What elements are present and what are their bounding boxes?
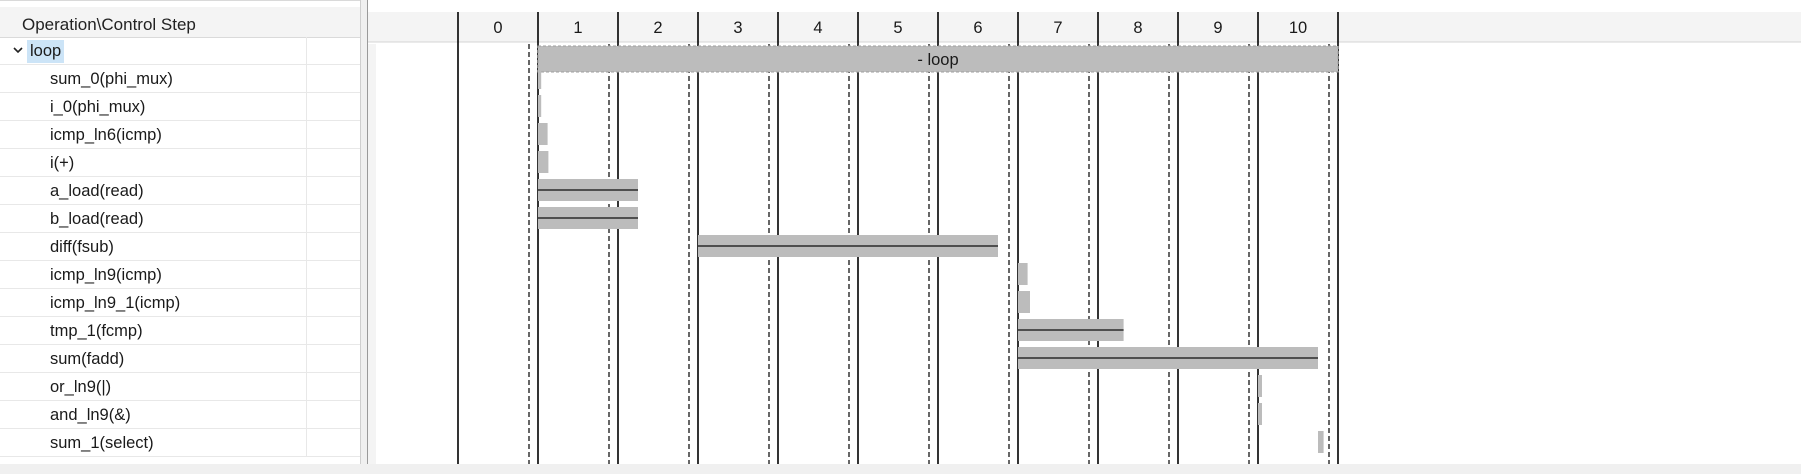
tree-row-operation[interactable]: icmp_ln6(icmp) — [0, 121, 360, 149]
operation-bar — [1258, 403, 1262, 425]
operation-label: diff(fsub) — [50, 238, 114, 256]
control-step-label: 8 — [1133, 19, 1142, 37]
operation-label: i_0(phi_mux) — [50, 98, 146, 116]
operation-label: or_ln9(|) — [50, 378, 112, 396]
control-step-label: 1 — [573, 19, 582, 37]
step-header-band — [368, 12, 1801, 42]
operation-bar — [1258, 375, 1262, 397]
operation-label: sum_1(select) — [50, 434, 154, 452]
loop-label[interactable]: loop — [27, 40, 65, 63]
control-step-label: 6 — [973, 19, 982, 37]
operation-bar — [538, 123, 548, 145]
tree-row-operation[interactable]: b_load(read) — [0, 205, 360, 233]
operation-bar — [538, 151, 549, 173]
column-divider — [306, 261, 307, 289]
operation-label: a_load(read) — [50, 182, 144, 200]
tree-row-loop[interactable]: loop — [0, 37, 360, 65]
control-step-label: 3 — [733, 19, 742, 37]
control-step-label: 9 — [1213, 19, 1222, 37]
tree-row-operation[interactable]: sum(fadd) — [0, 345, 360, 373]
chart-gutter — [368, 44, 376, 474]
column-divider — [306, 345, 307, 373]
control-step-label: 0 — [493, 19, 502, 37]
control-step-label: 5 — [893, 19, 902, 37]
column-divider — [306, 37, 307, 65]
operation-label: sum_0(phi_mux) — [50, 70, 173, 88]
tree-row-operation[interactable]: i_0(phi_mux) — [0, 93, 360, 121]
column-divider — [306, 65, 307, 93]
horizontal-scrollbar[interactable] — [0, 464, 1801, 474]
operation-label: icmp_ln6(icmp) — [50, 126, 162, 144]
control-step-label: 4 — [813, 19, 822, 37]
control-step-label: 7 — [1053, 19, 1062, 37]
column-divider — [306, 317, 307, 345]
operation-bar — [1018, 291, 1030, 313]
column-divider — [306, 401, 307, 429]
loop-bar-label: - loop — [917, 51, 958, 69]
tree-row-operation[interactable]: sum_1(select) — [0, 429, 360, 457]
operation-bar — [538, 95, 542, 117]
operation-label: b_load(read) — [50, 210, 144, 228]
column-divider — [306, 205, 307, 233]
column-divider — [306, 289, 307, 317]
control-step-label: 2 — [653, 19, 662, 37]
schedule-viewer: Operation\Control Step loop sum_0(phi_mu… — [0, 0, 1801, 474]
tree-row-operation[interactable]: or_ln9(|) — [0, 373, 360, 401]
tree-row-operation[interactable]: i(+) — [0, 149, 360, 177]
tree-row-operation[interactable]: icmp_ln9_1(icmp) — [0, 289, 360, 317]
operation-column-header-label: Operation\Control Step — [22, 15, 196, 34]
column-divider — [306, 121, 307, 149]
column-divider — [306, 429, 307, 457]
schedule-chart: 0 1 2 3 4 5 6 7 8 9 10 - loop — [368, 0, 1801, 474]
column-divider — [306, 233, 307, 261]
tree-row-operation[interactable]: sum_0(phi_mux) — [0, 65, 360, 93]
operation-label: i(+) — [50, 154, 75, 172]
operation-label: and_ln9(&) — [50, 406, 131, 424]
tree-row-operation[interactable]: diff(fsub) — [0, 233, 360, 261]
schedule-gantt-chart: 0 1 2 3 4 5 6 7 8 9 10 - loop — [368, 12, 1801, 474]
control-step-label: 10 — [1289, 19, 1307, 37]
chevron-down-icon[interactable] — [11, 42, 25, 58]
column-divider — [306, 149, 307, 177]
tree-row-operation[interactable]: icmp_ln9(icmp) — [0, 261, 360, 289]
operation-label: tmp_1(fcmp) — [50, 322, 143, 340]
tree-row-operation[interactable]: and_ln9(&) — [0, 401, 360, 429]
column-divider — [306, 93, 307, 121]
column-divider — [306, 373, 307, 401]
operation-bar — [538, 67, 542, 89]
tree-row-operation[interactable]: tmp_1(fcmp) — [0, 317, 360, 345]
tree-row-operation[interactable]: a_load(read) — [0, 177, 360, 205]
operation-bar — [1018, 263, 1028, 285]
operation-column-header[interactable]: Operation\Control Step — [0, 7, 360, 38]
operation-bar — [1318, 431, 1324, 453]
operation-label: icmp_ln9_1(icmp) — [50, 294, 181, 312]
operation-label: icmp_ln9(icmp) — [50, 266, 162, 284]
column-divider — [306, 177, 307, 205]
operation-tree-panel: Operation\Control Step loop sum_0(phi_mu… — [0, 0, 360, 474]
operation-label: sum(fadd) — [50, 350, 125, 368]
panel-splitter[interactable] — [360, 0, 368, 474]
